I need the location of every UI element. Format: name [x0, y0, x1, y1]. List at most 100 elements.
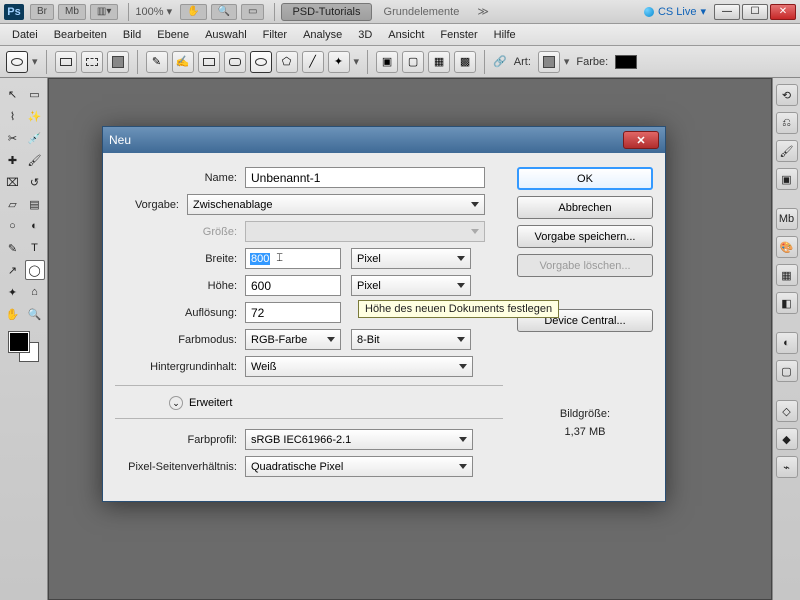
color-swatch[interactable] — [615, 55, 637, 69]
cancel-button[interactable]: Abbrechen — [517, 196, 653, 219]
eraser-tool[interactable]: ▱ — [3, 194, 23, 214]
panel-masks-icon[interactable]: ▢ — [776, 360, 798, 382]
eyedropper-tool[interactable]: 💉 — [25, 128, 45, 148]
type-tool[interactable]: T — [25, 238, 45, 258]
hintergrund-combo[interactable]: Weiß — [245, 356, 473, 377]
art-label: Art: — [514, 56, 531, 68]
panel-paths-icon[interactable]: ⌁ — [776, 456, 798, 478]
shape-rect[interactable] — [198, 51, 220, 73]
panel-history-icon[interactable]: ⟲ — [776, 84, 798, 106]
farbmodus-combo[interactable]: RGB-Farbe — [245, 329, 341, 350]
menu-analyse[interactable]: Analyse — [295, 27, 350, 43]
save-preset-button[interactable]: Vorgabe speichern... — [517, 225, 653, 248]
dodge-tool[interactable]: ◐ — [25, 216, 45, 236]
aufloesung-field[interactable] — [245, 302, 341, 323]
shape-roundrect[interactable] — [224, 51, 246, 73]
shape-custom[interactable]: ✦ — [328, 51, 350, 73]
shape-ellipse[interactable] — [250, 51, 272, 73]
workspace-tab-grundelemente[interactable]: Grundelemente — [374, 4, 470, 20]
pathop-add[interactable]: ▣ — [376, 51, 398, 73]
menu-datei[interactable]: Datei — [4, 27, 46, 43]
zoom-tool[interactable]: 🔍 — [25, 304, 45, 324]
minibridge-button[interactable]: Mb — [58, 4, 86, 20]
panel-clone-icon[interactable]: ▣ — [776, 168, 798, 190]
lasso-tool[interactable]: ⌇ — [3, 106, 23, 126]
menu-3d[interactable]: 3D — [350, 27, 380, 43]
bridge-button[interactable]: Br — [30, 4, 54, 20]
pixelsv-label: Pixel-Seitenverhältnis: — [115, 461, 245, 473]
heal-tool[interactable]: ✚ — [3, 150, 23, 170]
hoehe-field[interactable] — [245, 275, 341, 296]
blur-tool[interactable]: ○ — [3, 216, 23, 236]
panel-color-icon[interactable]: 🎨 — [776, 236, 798, 258]
hand-tool[interactable]: ✋ — [3, 304, 23, 324]
hoehe-unit-combo[interactable]: Pixel — [351, 275, 471, 296]
camera-tool[interactable]: ⌂ — [25, 282, 45, 302]
farbprofil-combo[interactable]: sRGB IEC61966-2.1 — [245, 429, 473, 450]
wand-tool[interactable]: ✨ — [25, 106, 45, 126]
breite-unit-combo[interactable]: Pixel — [351, 248, 471, 269]
zoom-level[interactable]: 100% ▾ — [135, 5, 172, 18]
pathop-exclude[interactable]: ▩ — [454, 51, 476, 73]
shape-pen[interactable]: ✎ — [146, 51, 168, 73]
cs-live-button[interactable]: CS Live ▾ — [644, 5, 706, 18]
pathop-intersect[interactable]: ▦ — [428, 51, 450, 73]
workspace-tab-psdtutorials[interactable]: PSD-Tutorials — [281, 3, 371, 21]
view-arrange-button[interactable]: ▥▾ — [90, 4, 118, 20]
menu-fenster[interactable]: Fenster — [432, 27, 485, 43]
window-maximize[interactable]: ☐ — [742, 4, 768, 20]
style-swatch[interactable] — [538, 51, 560, 73]
panel-brushes-icon[interactable]: 🖌 — [776, 140, 798, 162]
panel-minibridge-icon[interactable]: Mb — [776, 208, 798, 230]
proof-button[interactable]: ▭ — [241, 4, 264, 20]
vorgabe-combo[interactable]: Zwischenablage — [187, 194, 485, 215]
3d-tool[interactable]: ✦ — [3, 282, 23, 302]
shape-line[interactable]: ╱ — [302, 51, 324, 73]
bit-combo[interactable]: 8-Bit — [351, 329, 471, 350]
move-tool[interactable]: ↖ — [3, 84, 23, 104]
menu-ansicht[interactable]: Ansicht — [380, 27, 432, 43]
shape-polygon[interactable]: ⬠ — [276, 51, 298, 73]
dialog-close-button[interactable]: ✕ — [623, 131, 659, 149]
zoom-tool-button[interactable]: 🔍 — [211, 4, 237, 20]
gradient-tool[interactable]: ▤ — [25, 194, 45, 214]
menu-filter[interactable]: Filter — [255, 27, 295, 43]
brush-tool[interactable]: 🖌 — [25, 150, 45, 170]
panel-layers-icon[interactable]: ◇ — [776, 400, 798, 422]
menu-auswahl[interactable]: Auswahl — [197, 27, 255, 43]
crop-tool[interactable]: ✂ — [3, 128, 23, 148]
panel-styles-icon[interactable]: ◧ — [776, 292, 798, 314]
pixelsv-combo[interactable]: Quadratische Pixel — [245, 456, 473, 477]
menu-bild[interactable]: Bild — [115, 27, 149, 43]
menu-bearbeiten[interactable]: Bearbeiten — [46, 27, 115, 43]
marquee-tool[interactable]: ▭ — [25, 84, 45, 104]
breite-field[interactable] — [245, 248, 341, 269]
name-field[interactable] — [245, 167, 485, 188]
stamp-tool[interactable]: ⌧ — [3, 172, 23, 192]
hand-tool-button[interactable]: ✋ — [180, 4, 206, 20]
menu-ebene[interactable]: Ebene — [149, 27, 197, 43]
path-select-tool[interactable]: ↗ — [3, 260, 23, 280]
erweitert-toggle[interactable]: ⌄ Erweitert — [115, 396, 503, 410]
shape-freeform[interactable]: ✍ — [172, 51, 194, 73]
photoshop-logo: Ps — [4, 4, 24, 20]
menu-hilfe[interactable]: Hilfe — [486, 27, 524, 43]
history-brush-tool[interactable]: ↺ — [25, 172, 45, 192]
panel-channels-icon[interactable]: ◆ — [776, 428, 798, 450]
ok-button[interactable]: OK — [517, 167, 653, 190]
tool-preset-ellipse[interactable] — [6, 51, 28, 73]
mode-paths[interactable] — [81, 51, 103, 73]
ellipse-tool[interactable]: ◯ — [25, 260, 45, 280]
mode-fill[interactable] — [107, 51, 129, 73]
panel-adjustments-icon[interactable]: ◐ — [776, 332, 798, 354]
panel-tool-presets-icon[interactable]: ⎌ — [776, 112, 798, 134]
window-minimize[interactable]: — — [714, 4, 740, 20]
mode-shape[interactable] — [55, 51, 77, 73]
color-swatches[interactable] — [9, 332, 39, 362]
workspace-overflow[interactable]: ≫ — [477, 5, 489, 18]
window-close[interactable]: ✕ — [770, 4, 796, 20]
panel-swatches-icon[interactable]: ▦ — [776, 264, 798, 286]
chain-icon[interactable]: 🔗 — [493, 55, 507, 68]
pen-tool[interactable]: ✎ — [3, 238, 23, 258]
pathop-subtract[interactable]: ▢ — [402, 51, 424, 73]
